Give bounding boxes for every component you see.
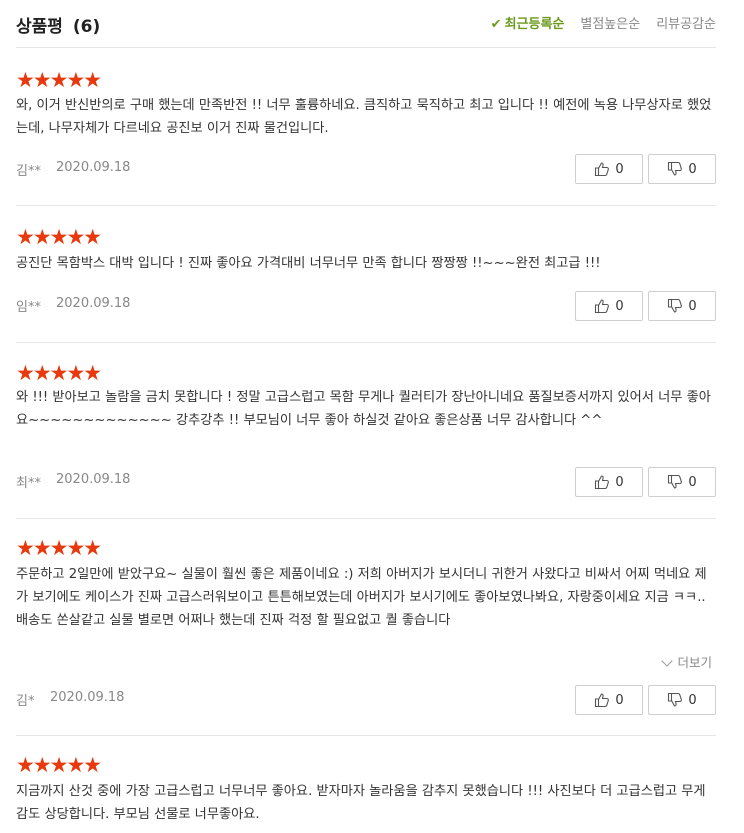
star-rating: ★★★★★ <box>16 536 102 560</box>
more-label: 더보기 <box>677 655 712 670</box>
thumbs-down-icon <box>668 161 683 176</box>
thumbs-down-icon <box>668 298 683 313</box>
like-button[interactable]: 0 <box>575 467 643 497</box>
dislike-button[interactable]: 0 <box>648 291 716 321</box>
dislike-count: 0 <box>688 161 697 177</box>
reviews-header: 상품평 (6) ✔ 최근등록순 별점높은순 리뷰공감순 <box>16 0 716 48</box>
review-item: ★★★★★ 주문하고 2일만에 받았구요~ 실물이 훨씬 좋은 제품이네요 :)… <box>16 519 716 736</box>
review-count: (6) <box>72 17 101 37</box>
review-item: ★★★★★ 와 !!! 받아보고 놀람을 금치 못합니다 ! 정말 고급스럽고 … <box>16 343 716 519</box>
thumbs-up-icon <box>595 693 610 708</box>
like-button[interactable]: 0 <box>575 685 643 715</box>
dislike-button[interactable]: 0 <box>648 685 716 715</box>
review-date: 2020.09.18 <box>50 690 125 705</box>
review-date: 2020.09.18 <box>56 472 131 487</box>
review-author: 최** <box>16 476 41 491</box>
review-item: ★★★★★ 와, 이거 반신반의로 구매 했는데 만족반전 !! 너무 훌륭하네… <box>16 49 716 206</box>
thumbs-up-icon <box>595 162 610 177</box>
thumbs-up-icon <box>595 475 610 490</box>
like-button[interactable]: 0 <box>575 154 643 184</box>
review-author: 임** <box>16 300 41 315</box>
review-text: 주문하고 2일만에 받았구요~ 실물이 훨씬 좋은 제품이네요 :) 저희 아버… <box>16 567 707 628</box>
thumbs-down-icon <box>668 474 683 489</box>
thumbs-down-icon <box>668 692 683 707</box>
review-text: 와 !!! 받아보고 놀람을 금치 못합니다 ! 정말 고급스럽고 목함 무게나… <box>16 390 711 428</box>
review-item: ★★★★★ 지금까지 산것 중에 가장 고급스럽고 너무너무 좋아요. 받자마자… <box>16 736 716 833</box>
like-count: 0 <box>615 298 624 314</box>
dislike-count: 0 <box>688 692 697 708</box>
sort-helpful[interactable]: 리뷰공감순 <box>656 13 716 32</box>
star-rating: ★★★★★ <box>16 753 102 777</box>
review-text: 지금까지 산것 중에 가장 고급스럽고 너무너무 좋아요. 받자마자 놀라움을 … <box>16 784 706 822</box>
chevron-down-icon <box>661 655 674 667</box>
thumbs-up-icon <box>595 299 610 314</box>
review-author: 김* <box>16 694 35 709</box>
star-rating: ★★★★★ <box>16 225 102 249</box>
sort-recent-label: 최근등록순 <box>504 17 565 32</box>
section-title-label: 상품평 <box>16 17 63 37</box>
like-button[interactable]: 0 <box>575 291 643 321</box>
dislike-button[interactable]: 0 <box>648 154 716 184</box>
more-button[interactable]: 더보기 <box>661 652 712 671</box>
dislike-button[interactable]: 0 <box>648 467 716 497</box>
check-icon: ✔ <box>490 17 502 32</box>
sort-rating[interactable]: 별점높은순 <box>580 13 640 32</box>
like-count: 0 <box>615 161 624 177</box>
review-text: 와, 이거 반신반의로 구매 했는데 만족반전 !! 너무 훌륭하네요. 큼직하… <box>16 98 712 136</box>
review-text: 공진단 목함박스 대박 입니다 ! 진짜 좋아요 가격대비 너무너무 만족 합니… <box>16 256 601 271</box>
dislike-count: 0 <box>688 474 697 490</box>
star-rating: ★★★★★ <box>16 68 102 92</box>
sort-recent[interactable]: ✔ 최근등록순 <box>491 13 565 32</box>
dislike-count: 0 <box>688 298 697 314</box>
section-title: 상품평 (6) <box>16 12 100 37</box>
review-author: 김** <box>16 164 41 179</box>
review-date: 2020.09.18 <box>56 296 131 311</box>
star-rating: ★★★★★ <box>16 361 102 385</box>
review-item: ★★★★★ 공진단 목함박스 대박 입니다 ! 진짜 좋아요 가격대비 너무너무… <box>16 206 716 343</box>
review-date: 2020.09.18 <box>56 160 131 175</box>
like-count: 0 <box>615 692 624 708</box>
sort-options: ✔ 최근등록순 별점높은순 리뷰공감순 <box>491 13 716 32</box>
like-count: 0 <box>615 474 624 490</box>
